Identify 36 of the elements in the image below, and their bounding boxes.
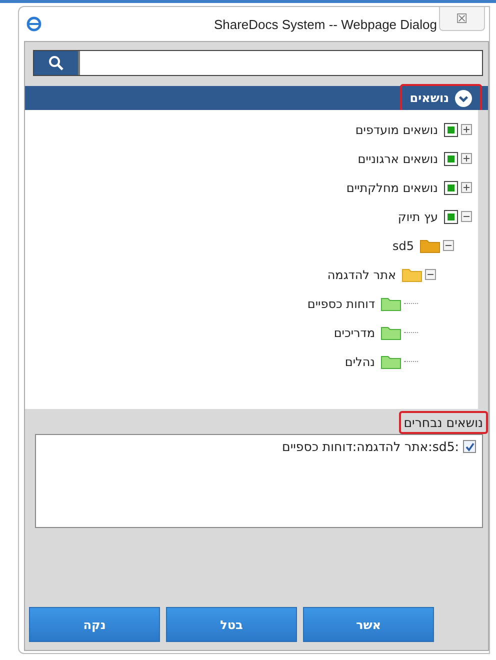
expander-toggle[interactable]	[425, 269, 436, 280]
tree-item[interactable]: מדריכים	[334, 326, 375, 340]
action-button[interactable]: אשר	[303, 607, 434, 642]
browser-icon	[26, 16, 42, 32]
tree-item[interactable]: נושאים ארגוניים	[358, 152, 438, 166]
search-icon	[48, 55, 64, 71]
expander-toggle[interactable]	[461, 182, 472, 193]
folder-icon	[381, 296, 401, 311]
action-button[interactable]: נקה	[29, 607, 160, 642]
tree-item[interactable]: עץ תיוק	[398, 210, 438, 224]
chevron-icon	[455, 90, 472, 106]
topic-icon	[444, 180, 458, 194]
search-button[interactable]	[34, 51, 78, 75]
topic-icon	[444, 210, 458, 224]
action-button[interactable]: בטל	[166, 607, 297, 642]
tree-item[interactable]: sd5	[392, 238, 414, 252]
folder-icon	[420, 238, 440, 253]
topic-icon	[444, 122, 458, 136]
tree-item[interactable]: נושאים מחלקתיים	[346, 180, 438, 194]
window-title: ShareDocs System -- Webpage Dialog	[214, 16, 437, 32]
folder-icon	[381, 354, 401, 369]
tree-item[interactable]: אתר להדגמה	[327, 268, 396, 282]
expander-toggle[interactable]	[461, 211, 472, 222]
close-button[interactable]: ☒	[439, 7, 485, 31]
selected-topics-label: נושאים נבחרים	[398, 411, 488, 434]
checkbox[interactable]	[463, 440, 476, 453]
expander-toggle[interactable]	[461, 153, 472, 164]
folder-icon	[402, 267, 422, 282]
selected-topic-path: :sd5:אתר להדגמה:דוחות כספיים	[282, 439, 459, 454]
topic-icon	[444, 152, 458, 166]
folder-icon	[381, 325, 401, 340]
expander-toggle[interactable]	[443, 240, 454, 251]
tree-item[interactable]: נהלים	[344, 354, 375, 368]
tree-item[interactable]: נושאים מועדפים	[355, 122, 438, 136]
tree-item[interactable]: דוחות כספיים	[307, 296, 375, 310]
expander-toggle[interactable]	[461, 124, 472, 135]
